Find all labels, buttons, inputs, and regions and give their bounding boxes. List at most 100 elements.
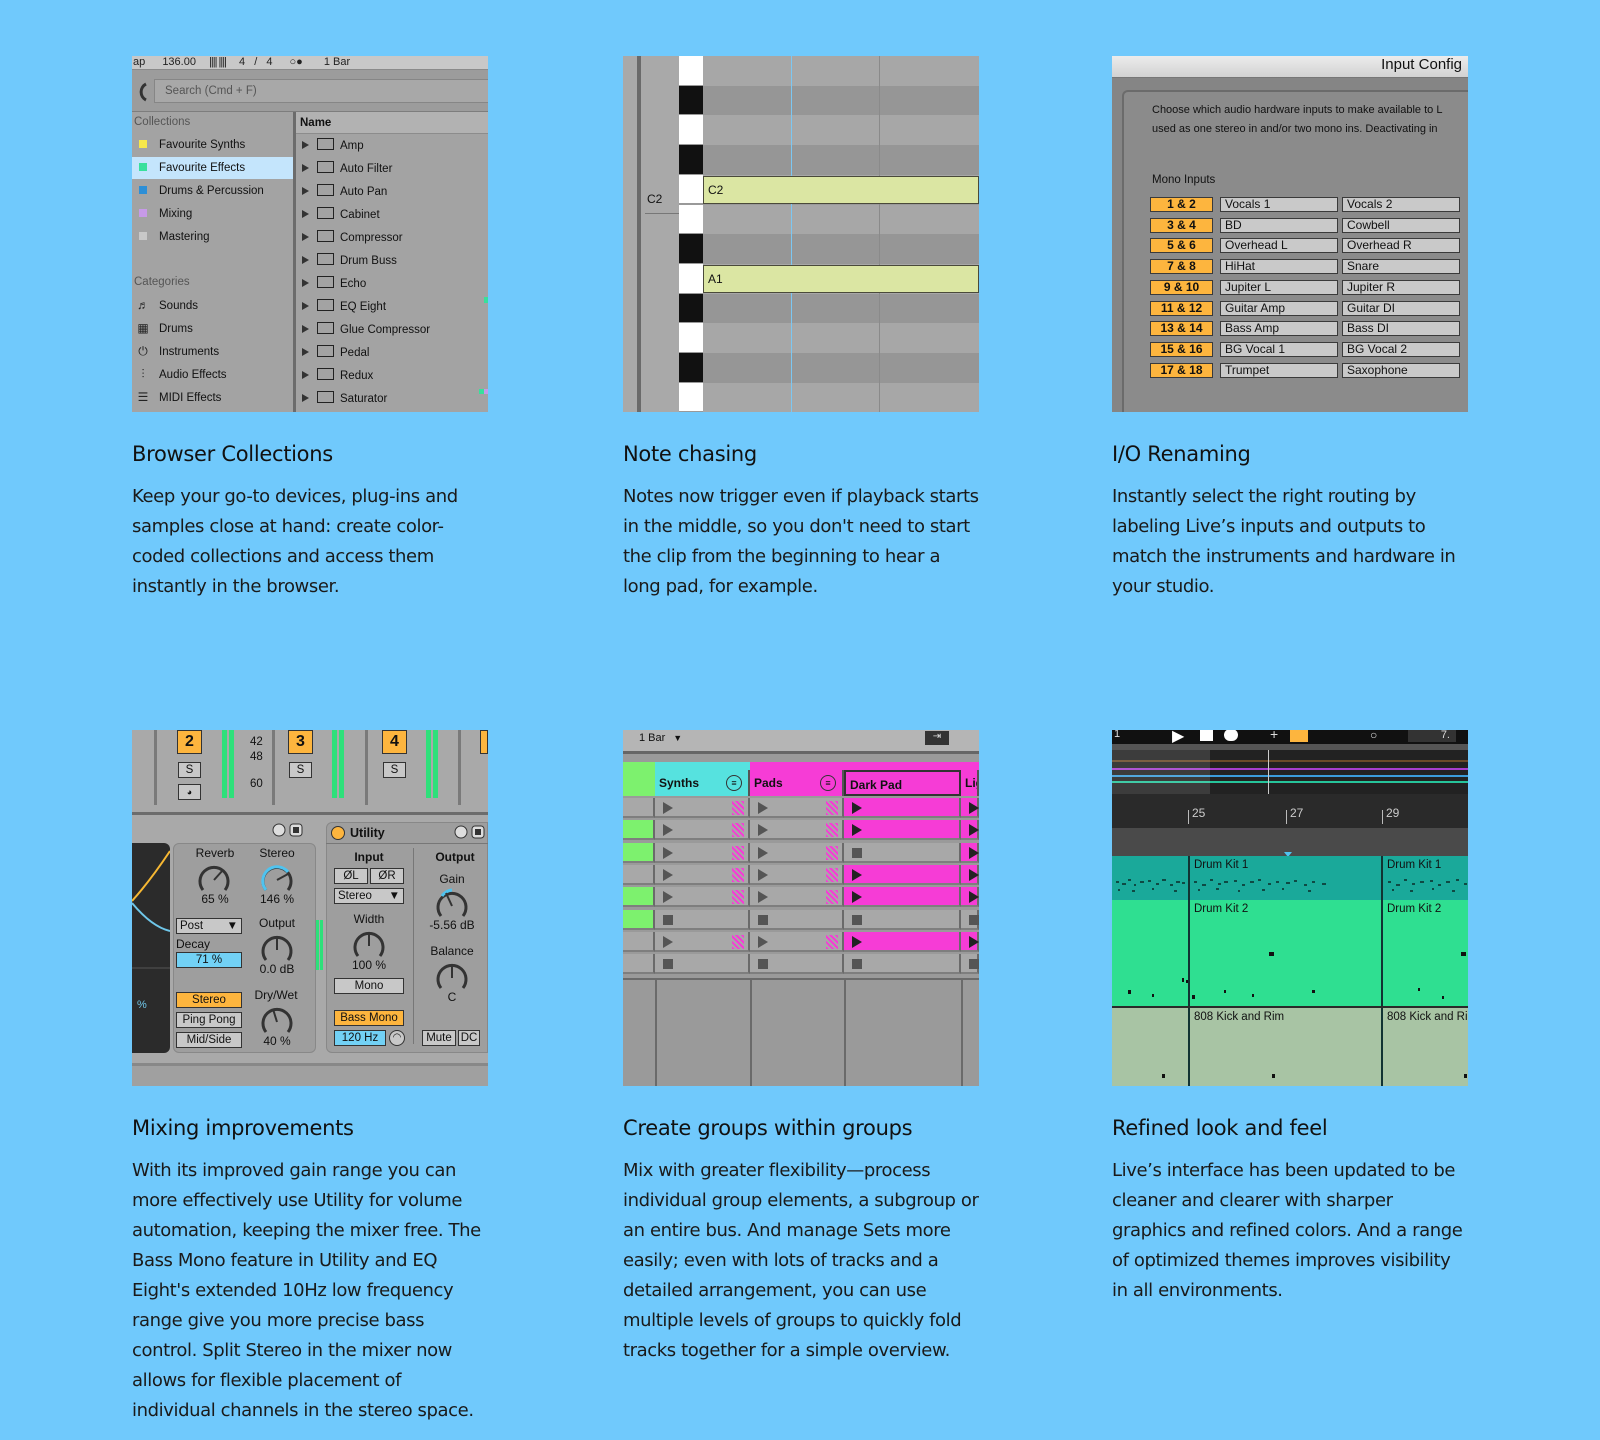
stop-icon[interactable] <box>852 914 862 925</box>
play-icon[interactable] <box>852 868 862 881</box>
input-name-field[interactable]: Snare <box>1342 259 1460 275</box>
expand-icon[interactable] <box>302 164 309 172</box>
black-key[interactable] <box>679 293 703 324</box>
track-number-2[interactable]: 2 <box>177 730 202 754</box>
stop-icon[interactable] <box>969 959 979 970</box>
play-icon[interactable] <box>663 824 673 837</box>
stop-icon[interactable] <box>663 959 673 970</box>
input-name-field[interactable]: Bass DI <box>1342 321 1460 337</box>
play-icon[interactable] <box>663 935 673 948</box>
stop-icon[interactable] <box>758 914 768 925</box>
play-icon[interactable] <box>758 935 768 948</box>
clip-slot[interactable] <box>623 931 655 952</box>
overview[interactable] <box>1112 750 1468 794</box>
group-header-synths[interactable]: Synths ≡ <box>655 770 750 796</box>
stop-icon[interactable] <box>852 847 862 858</box>
clip-slot[interactable] <box>750 864 844 885</box>
mono-button[interactable]: Mono <box>334 978 404 994</box>
note-lane[interactable] <box>703 56 979 86</box>
note-lane[interactable] <box>703 204 979 235</box>
play-icon[interactable] <box>852 935 862 948</box>
ping-pong-button[interactable]: Ping Pong <box>176 1012 242 1028</box>
phase-right-button[interactable]: ØR <box>370 868 404 884</box>
headphone-icon[interactable]: ◠ <box>389 1030 405 1046</box>
clip-slot[interactable] <box>961 954 979 975</box>
record-icon[interactable] <box>1224 730 1238 741</box>
clip-slot[interactable] <box>655 798 750 818</box>
clip-slot[interactable] <box>623 842 655 863</box>
name-column-header[interactable]: Name <box>296 112 488 134</box>
expand-icon[interactable] <box>302 394 309 402</box>
expand-icon[interactable] <box>302 371 309 379</box>
stereo-mode-button[interactable]: Stereo <box>176 992 242 1008</box>
white-key[interactable] <box>679 263 703 294</box>
play-icon[interactable] <box>758 824 768 837</box>
input-name-field[interactable]: Cowbell <box>1342 217 1460 233</box>
input-pair-toggle[interactable]: 1 & 2 <box>1150 197 1213 212</box>
expand-icon[interactable] <box>302 325 309 333</box>
category-instruments[interactable]: ⏻ Instruments <box>132 340 293 362</box>
input-name-field[interactable]: Jupiter L <box>1220 279 1338 295</box>
white-key[interactable] <box>679 382 703 412</box>
clip-slot[interactable] <box>961 798 979 818</box>
note-lane[interactable] <box>703 85 979 116</box>
group-fold-icon[interactable]: ≡ <box>726 775 742 791</box>
expand-icon[interactable] <box>302 302 309 310</box>
solo-button[interactable]: S <box>178 762 201 778</box>
expand-icon[interactable] <box>302 256 309 264</box>
play-icon[interactable] <box>969 935 979 948</box>
expand-icon[interactable] <box>302 233 309 241</box>
clip-slot[interactable] <box>844 798 961 818</box>
category-drums[interactable]: ▦ Drums <box>132 317 293 339</box>
clip-slot[interactable] <box>844 864 961 885</box>
list-item[interactable]: Drum Buss <box>296 250 397 273</box>
play-icon[interactable] <box>758 891 768 904</box>
clip-slot[interactable] <box>844 954 961 975</box>
clip-slot[interactable] <box>750 842 844 863</box>
stop-icon[interactable] <box>1200 730 1213 741</box>
midi-note[interactable]: A1 <box>703 265 979 293</box>
clip-slot[interactable] <box>655 820 750 841</box>
expand-icon[interactable] <box>302 348 309 356</box>
dc-button[interactable]: DC <box>458 1030 480 1046</box>
input-pair-toggle[interactable]: 5 & 6 <box>1150 238 1213 254</box>
list-item[interactable]: EQ Eight <box>296 296 386 319</box>
play-icon[interactable] <box>758 802 768 814</box>
clip-slot[interactable] <box>844 931 961 952</box>
clip-slot[interactable] <box>844 909 961 930</box>
phase-left-button[interactable]: ØL <box>334 868 368 884</box>
play-icon[interactable] <box>852 891 862 904</box>
monitor-icon[interactable]: ◕ <box>178 784 201 800</box>
input-name-field[interactable]: Guitar DI <box>1342 300 1460 316</box>
play-icon[interactable] <box>852 802 862 814</box>
input-name-field[interactable]: BD <box>1220 217 1338 233</box>
list-item[interactable]: Echo <box>296 273 366 296</box>
clip-slot[interactable] <box>750 909 844 930</box>
list-item[interactable]: Auto Filter <box>296 158 392 181</box>
device-on-icon[interactable] <box>331 826 345 840</box>
black-key[interactable] <box>679 234 703 264</box>
input-name-field[interactable]: Bass Amp <box>1220 321 1338 337</box>
white-key[interactable] <box>679 115 703 146</box>
group-fold-icon[interactable]: ≡ <box>820 775 836 791</box>
list-item[interactable]: Redux <box>296 365 373 388</box>
list-item[interactable]: Auto Pan <box>296 181 387 204</box>
input-name-field[interactable]: HiHat <box>1220 259 1338 275</box>
clip-slot[interactable] <box>844 887 961 908</box>
clip-slot[interactable] <box>961 842 979 863</box>
input-pair-toggle[interactable]: 13 & 14 <box>1150 321 1213 337</box>
input-pair-toggle[interactable]: 7 & 8 <box>1150 259 1213 275</box>
list-item[interactable]: Amp <box>296 135 364 158</box>
stop-icon[interactable] <box>663 914 673 925</box>
hot-swap-icon[interactable] <box>454 824 488 840</box>
clip-slot[interactable] <box>655 842 750 863</box>
decay-field[interactable]: 71 % <box>176 952 242 968</box>
input-name-field[interactable]: Vocals 1 <box>1220 197 1338 212</box>
note-lane[interactable] <box>703 323 979 353</box>
play-icon[interactable] <box>969 868 979 881</box>
black-key[interactable] <box>679 85 703 116</box>
play-icon[interactable] <box>663 868 673 881</box>
clip-slot[interactable] <box>655 864 750 885</box>
track-number-4[interactable]: 4 <box>382 730 407 754</box>
clip-slot[interactable] <box>623 887 655 908</box>
